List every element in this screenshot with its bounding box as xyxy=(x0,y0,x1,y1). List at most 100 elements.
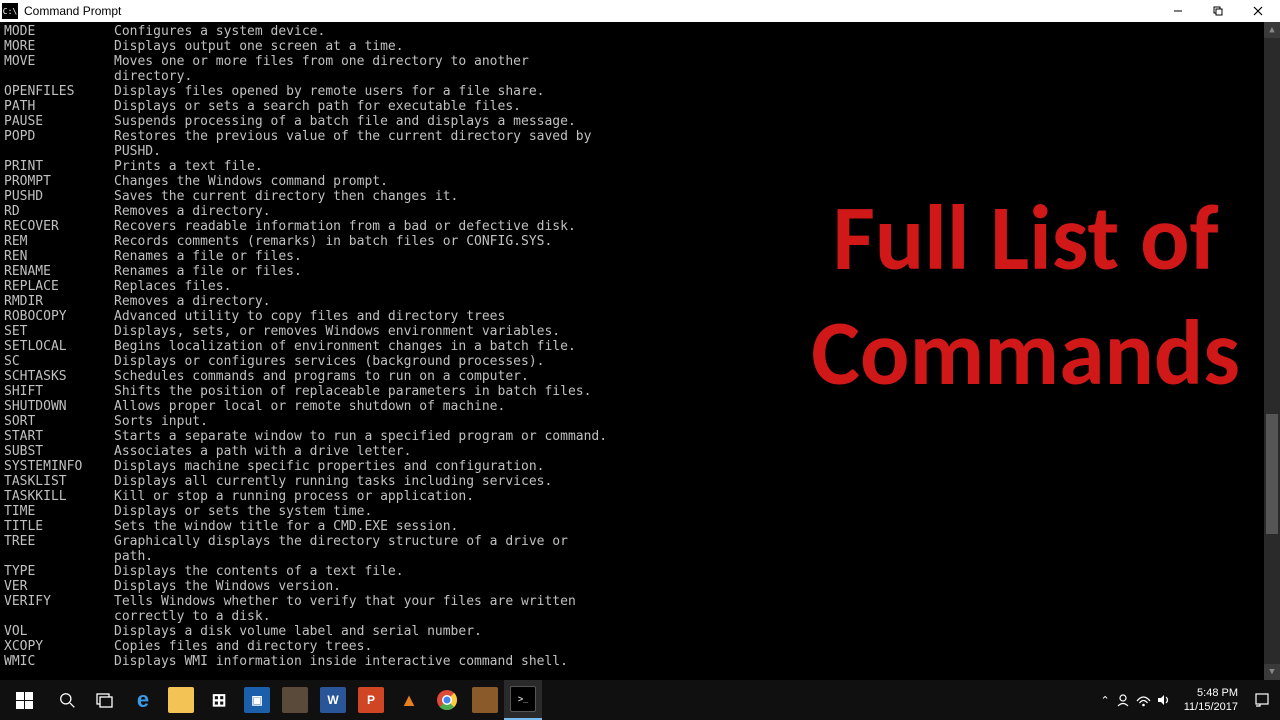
scroll-down-arrow[interactable]: ▼ xyxy=(1264,664,1280,680)
command-row: SYSTEMINFODisplays machine specific prop… xyxy=(4,459,1276,474)
command-name: XCOPY xyxy=(4,639,114,654)
taskbar-app-explorer[interactable] xyxy=(162,680,200,720)
command-row: STARTStarts a separate window to run a s… xyxy=(4,429,1276,444)
command-description: Displays, sets, or removes Windows envir… xyxy=(114,324,560,339)
command-row: PAUSESuspends processing of a batch file… xyxy=(4,114,1276,129)
command-name: TYPE xyxy=(4,564,114,579)
command-description: Graphically displays the directory struc… xyxy=(114,534,568,564)
command-description: Suspends processing of a batch file and … xyxy=(114,114,576,129)
terminal-scrollbar[interactable]: ▲ ▼ xyxy=(1264,22,1280,680)
command-description: Displays WMI information inside interact… xyxy=(114,654,568,669)
command-row: SETDisplays, sets, or removes Windows en… xyxy=(4,324,1276,339)
command-row: REPLACEReplaces files. xyxy=(4,279,1276,294)
taskbar-app-chrome[interactable] xyxy=(428,680,466,720)
command-row: PATHDisplays or sets a search path for e… xyxy=(4,99,1276,114)
command-row: MODEConfigures a system device. xyxy=(4,24,1276,39)
notification-center-icon[interactable] xyxy=(1250,692,1274,708)
taskbar-time: 5:48 PM xyxy=(1184,686,1238,700)
taskbar-app-misc[interactable] xyxy=(466,680,504,720)
taskbar-app-media[interactable]: ▣ xyxy=(238,680,276,720)
command-description: Starts a separate window to run a specif… xyxy=(114,429,607,444)
taskbar-clock[interactable]: 5:48 PM 11/15/2017 xyxy=(1178,686,1244,714)
tray-people-icon[interactable] xyxy=(1116,693,1130,707)
command-row: SCHTASKSSchedules commands and programs … xyxy=(4,369,1276,384)
command-description: Displays the contents of a text file. xyxy=(114,564,404,579)
scroll-up-arrow[interactable]: ▲ xyxy=(1264,22,1280,38)
command-name: REPLACE xyxy=(4,279,114,294)
command-row: XCOPYCopies files and directory trees. xyxy=(4,639,1276,654)
command-name: TASKLIST xyxy=(4,474,114,489)
command-description: Begins localization of environment chang… xyxy=(114,339,576,354)
command-name: RECOVER xyxy=(4,219,114,234)
command-description: Renames a file or files. xyxy=(114,264,302,279)
task-view-button[interactable] xyxy=(86,680,124,720)
tray-chevron-up-icon[interactable]: ⌃ xyxy=(1101,694,1110,707)
command-name: MODE xyxy=(4,24,114,39)
command-description: Displays files opened by remote users fo… xyxy=(114,84,544,99)
command-description: Displays output one screen at a time. xyxy=(114,39,404,54)
command-name: PROMPT xyxy=(4,174,114,189)
command-description: Removes a directory. xyxy=(114,294,271,309)
command-description: Saves the current directory then changes… xyxy=(114,189,458,204)
command-description: Allows proper local or remote shutdown o… xyxy=(114,399,505,414)
command-name: TASKKILL xyxy=(4,489,114,504)
close-button[interactable] xyxy=(1238,0,1278,22)
command-row: TASKLISTDisplays all currently running t… xyxy=(4,474,1276,489)
command-name: REM xyxy=(4,234,114,249)
command-name: SHIFT xyxy=(4,384,114,399)
system-tray: ⌃ 5:48 PM 11/15/2017 xyxy=(1101,686,1280,714)
command-description: Prints a text file. xyxy=(114,159,263,174)
taskbar-app-word[interactable]: W xyxy=(314,680,352,720)
command-description: Displays or configures services (backgro… xyxy=(114,354,544,369)
command-row: RECOVERRecovers readable information fro… xyxy=(4,219,1276,234)
taskbar-app-cmd[interactable]: >_ xyxy=(504,680,542,720)
taskbar-app-edge[interactable]: e xyxy=(124,680,162,720)
command-description: Kill or stop a running process or applic… xyxy=(114,489,474,504)
taskbar-app-vlc[interactable]: ▲ xyxy=(390,680,428,720)
command-name: TREE xyxy=(4,534,114,564)
command-row: TITLESets the window title for a CMD.EXE… xyxy=(4,519,1276,534)
tray-network-icon[interactable] xyxy=(1136,693,1151,707)
command-name: PAUSE xyxy=(4,114,114,129)
command-row: MOREDisplays output one screen at a time… xyxy=(4,39,1276,54)
command-name: START xyxy=(4,429,114,444)
command-row: TYPEDisplays the contents of a text file… xyxy=(4,564,1276,579)
taskbar-app-store[interactable]: ⊞ xyxy=(200,680,238,720)
command-description: Sets the window title for a CMD.EXE sess… xyxy=(114,519,458,534)
command-row: VERDisplays the Windows version. xyxy=(4,579,1276,594)
terminal-output[interactable]: MODEConfigures a system device.MOREDispl… xyxy=(0,22,1280,680)
command-description: Changes the Windows command prompt. xyxy=(114,174,388,189)
command-row: ROBOCOPYAdvanced utility to copy files a… xyxy=(4,309,1276,324)
command-row: RDRemoves a directory. xyxy=(4,204,1276,219)
window-titlebar: C:\ Command Prompt xyxy=(0,0,1280,22)
command-description: Renames a file or files. xyxy=(114,249,302,264)
command-description: Displays or sets the system time. xyxy=(114,504,372,519)
start-button[interactable] xyxy=(0,680,48,720)
command-description: Displays all currently running tasks inc… xyxy=(114,474,552,489)
command-description: Displays a disk volume label and serial … xyxy=(114,624,482,639)
command-name: PRINT xyxy=(4,159,114,174)
command-row: SHIFTShifts the position of replaceable … xyxy=(4,384,1276,399)
window-title: Command Prompt xyxy=(24,4,1158,18)
command-description: Displays the Windows version. xyxy=(114,579,341,594)
scroll-track[interactable] xyxy=(1264,38,1280,664)
taskbar-app-gimp[interactable] xyxy=(276,680,314,720)
tray-volume-icon[interactable] xyxy=(1157,693,1172,707)
command-row: TREEGraphically displays the directory s… xyxy=(4,534,1276,564)
command-row: TIMEDisplays or sets the system time. xyxy=(4,504,1276,519)
taskbar-app-powerpoint[interactable]: P xyxy=(352,680,390,720)
command-row: VERIFYTells Windows whether to verify th… xyxy=(4,594,1276,624)
command-description: Associates a path with a drive letter. xyxy=(114,444,411,459)
command-row: REMRecords comments (remarks) in batch f… xyxy=(4,234,1276,249)
command-name: REN xyxy=(4,249,114,264)
command-row: MOVEMoves one or more files from one dir… xyxy=(4,54,1276,84)
scroll-thumb[interactable] xyxy=(1266,414,1278,534)
command-name: PUSHD xyxy=(4,189,114,204)
minimize-button[interactable] xyxy=(1158,0,1198,22)
maximize-button[interactable] xyxy=(1198,0,1238,22)
search-button[interactable] xyxy=(48,680,86,720)
command-name: RD xyxy=(4,204,114,219)
command-description: Records comments (remarks) in batch file… xyxy=(114,234,552,249)
command-row: PUSHDSaves the current directory then ch… xyxy=(4,189,1276,204)
command-description: Tells Windows whether to verify that you… xyxy=(114,594,576,624)
